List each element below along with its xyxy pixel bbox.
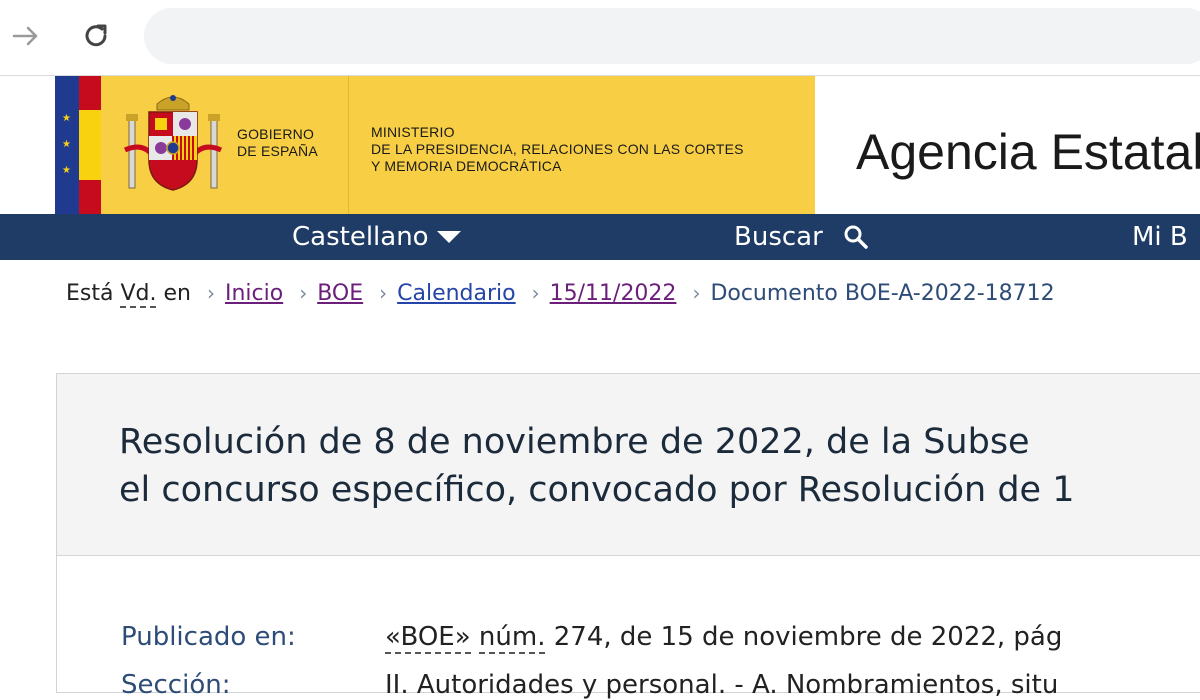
section-value: II. Autoridades y personal. - A. Nombram… (385, 670, 1059, 700)
address-bar[interactable] (144, 8, 1200, 64)
reload-icon (85, 24, 107, 47)
ministry-name: MINISTERIO DE LA PRESIDENCIA, RELACIONES… (371, 124, 744, 174)
reload-button[interactable] (78, 18, 114, 54)
section-label: Sección: (121, 670, 231, 700)
published-value: «BOE» núm. 274, de 15 de noviembre de 20… (385, 622, 1063, 654)
breadcrumb-current: Documento BOE-A-2022-18712 (710, 280, 1055, 306)
published-label: Publicado en: (121, 622, 296, 652)
government-name: GOBIERNO DE ESPAÑA (237, 126, 318, 159)
arrow-right-icon (12, 26, 38, 46)
mi-boe-link[interactable]: Mi B (1132, 214, 1188, 260)
caret-down-icon (436, 231, 461, 243)
breadcrumb-inicio[interactable]: Inicio (225, 281, 283, 306)
breadcrumb-calendario[interactable]: Calendario (397, 281, 516, 306)
document-title: Resolución de 8 de noviembre de 2022, de… (119, 422, 1075, 510)
language-selector[interactable]: Castellano (292, 214, 461, 260)
main-nav: Castellano Buscar Mi B (0, 214, 1200, 260)
chevron-right-icon: › (379, 281, 388, 305)
coat-of-arms-icon (123, 95, 223, 191)
browser-toolbar (0, 0, 1200, 76)
mi-boe-label: Mi B (1132, 222, 1188, 252)
forward-button[interactable] (8, 18, 44, 54)
document-title-area: Resolución de 8 de noviembre de 2022, de… (57, 374, 1200, 556)
search-icon (844, 225, 868, 249)
eu-stars: ★ ★ ★ (55, 76, 79, 214)
chevron-right-icon: › (531, 281, 540, 305)
site-header: ★ ★ ★ GOBIERNO DE ESPAÑA MINISTERIO DE L… (0, 76, 1200, 214)
agency-title: Agencia Estatal (856, 124, 1200, 180)
chevron-right-icon: › (299, 281, 308, 305)
chevron-right-icon: › (206, 281, 215, 305)
search-label: Buscar (734, 222, 823, 252)
breadcrumb-prefix: Está Vd. en (66, 280, 191, 308)
eu-spain-flag: ★ ★ ★ (55, 76, 101, 214)
chevron-right-icon: › (692, 281, 701, 305)
breadcrumb: Está Vd. en › Inicio › BOE › Calendario … (66, 276, 1055, 310)
breadcrumb-boe[interactable]: BOE (317, 281, 363, 306)
search-link[interactable]: Buscar (734, 214, 871, 260)
government-banner: GOBIERNO DE ESPAÑA MINISTERIO DE LA PRES… (101, 76, 815, 214)
breadcrumb-date[interactable]: 15/11/2022 (550, 281, 677, 306)
document-panel: Resolución de 8 de noviembre de 2022, de… (56, 373, 1200, 700)
language-label: Castellano (292, 222, 429, 252)
